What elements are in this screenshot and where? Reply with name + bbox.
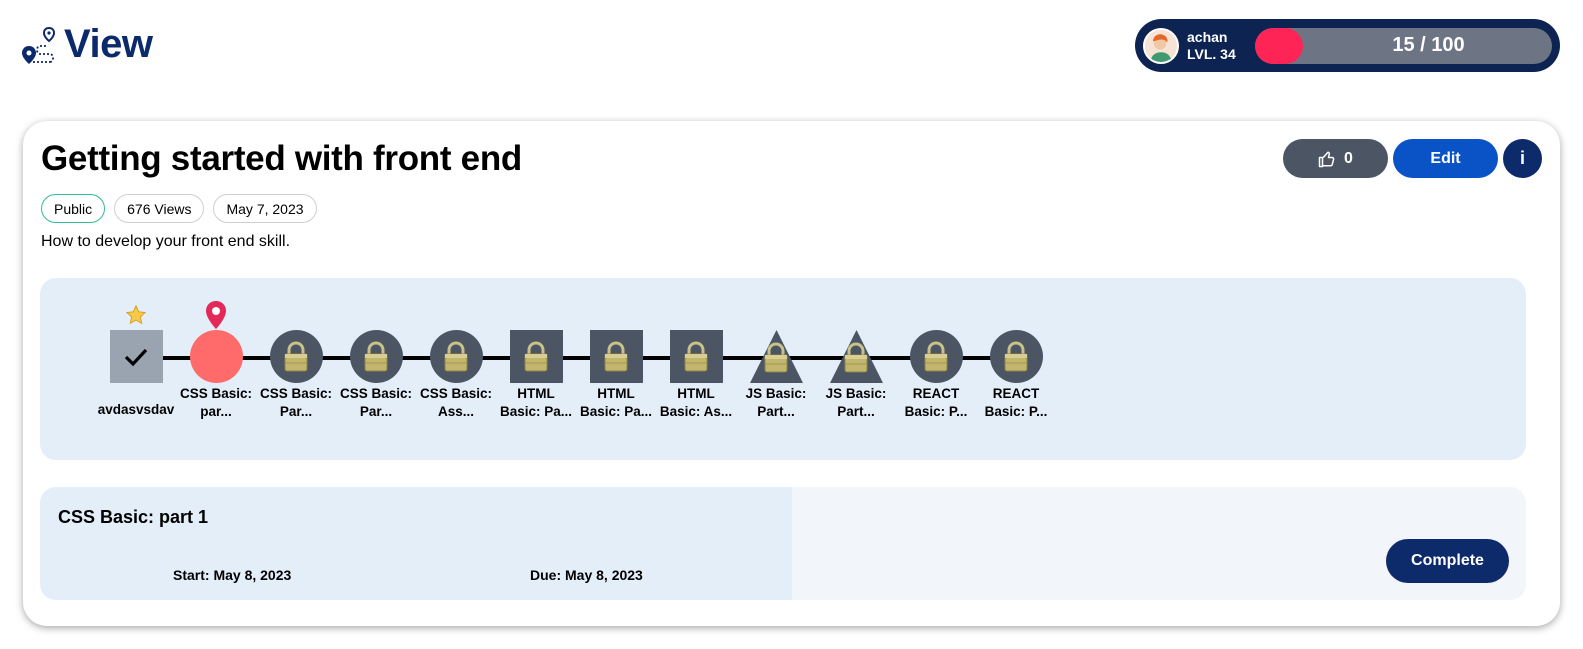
- lock-icon: [364, 341, 388, 371]
- xp-progress-text: 15 / 100: [1392, 34, 1465, 56]
- roadmap-node-marker[interactable]: [909, 330, 963, 383]
- roadmap-track-panel: avdasvsdav CSS Basic: par... CSS Basic: …: [40, 278, 1526, 460]
- roadmap-node[interactable]: HTML Basic: Pa...: [576, 330, 656, 421]
- star-badge: [125, 304, 147, 331]
- current-position-marker: [204, 300, 228, 335]
- roadmap-node-label: CSS Basic: Par...: [339, 386, 413, 419]
- lock-icon: [1004, 341, 1028, 371]
- roadmap-node-marker[interactable]: [509, 330, 563, 383]
- date-badge: May 7, 2023: [213, 194, 317, 223]
- roadmap-node[interactable]: CSS Basic: Par...: [336, 330, 416, 421]
- roadmap-node-label: HTML Basic: Pa...: [499, 386, 573, 419]
- lock-icon: [604, 341, 628, 371]
- roadmap-node-marker[interactable]: [829, 330, 883, 383]
- roadmap-node[interactable]: CSS Basic: Ass...: [416, 330, 496, 421]
- lock-icon: [444, 341, 468, 371]
- lock-icon: [284, 341, 308, 371]
- roadmap-node-label: JS Basic: Part...: [745, 386, 807, 419]
- roadmap-node[interactable]: JS Basic: Part...: [736, 330, 816, 421]
- lock-icon: [684, 341, 708, 371]
- roadmap-node-marker[interactable]: [269, 330, 323, 383]
- roadmap-node-label: REACT Basic: P...: [984, 386, 1048, 419]
- roadmap-card: Getting started with front end 0 Edit i …: [23, 121, 1560, 626]
- roadmap-description: How to develop your front end skill.: [41, 233, 291, 250]
- avatar-image: [1145, 29, 1177, 62]
- views-badge: 676 Views: [114, 194, 205, 223]
- username: achan: [1187, 28, 1228, 45]
- user-level: LVL. 34: [1187, 45, 1236, 62]
- location-pin-icon: [206, 301, 226, 329]
- roadmap-node[interactable]: REACT Basic: P...: [896, 330, 976, 421]
- task-title: CSS Basic: part 1: [58, 507, 209, 527]
- roadmap-node-marker[interactable]: [989, 330, 1043, 383]
- info-button[interactable]: i: [1503, 139, 1542, 178]
- avatar[interactable]: [1143, 27, 1179, 64]
- roadmap-node-marker[interactable]: [109, 304, 163, 383]
- logo-text: View: [64, 22, 153, 66]
- edit-button[interactable]: Edit: [1393, 139, 1498, 178]
- roadmap-node-label: CSS Basic: par...: [179, 386, 253, 419]
- lock-icon: [524, 341, 548, 371]
- roadmap-node-label: CSS Basic: Par...: [259, 386, 333, 419]
- roadmap-node-label: HTML Basic: Pa...: [579, 386, 653, 419]
- roadmap-node-marker[interactable]: [589, 330, 643, 383]
- thumbs-up-icon: [1318, 151, 1335, 167]
- roadmap-node-marker[interactable]: [429, 330, 483, 383]
- roadmap-node[interactable]: avdasvsdav: [96, 304, 176, 419]
- roadmap-node-label: REACT Basic: P...: [904, 386, 968, 419]
- xp-progress-bar: 15 / 100: [1255, 27, 1552, 64]
- roadmap-node-marker[interactable]: [349, 330, 403, 383]
- roadmap-node[interactable]: HTML Basic: As...: [656, 330, 736, 421]
- roadmap-node[interactable]: CSS Basic: Par...: [256, 330, 336, 421]
- lock-icon: [924, 341, 948, 371]
- page-title: Getting started with front end: [41, 139, 522, 178]
- roadmap-node-label: JS Basic: Part...: [825, 386, 887, 419]
- lock-icon: [844, 342, 868, 373]
- roadmap-node-label: CSS Basic: Ass...: [419, 386, 493, 419]
- lock-icon: [764, 342, 788, 373]
- roadmap-tags: Public 676 Views May 7, 2023: [41, 194, 317, 223]
- roadmap-node-marker[interactable]: [189, 301, 243, 383]
- task-start-date: Start: May 8, 2023: [173, 567, 292, 583]
- roadmap-node[interactable]: HTML Basic: Pa...: [496, 330, 576, 421]
- roadmap-node-marker[interactable]: [669, 330, 723, 383]
- star-icon: [125, 304, 147, 325]
- like-count: 0: [1344, 149, 1353, 167]
- map-route-icon: [22, 26, 56, 64]
- roadmap-node[interactable]: CSS Basic: par...: [176, 301, 256, 421]
- task-detail-panel: CSS Basic: part 1 Start: May 8, 2023 Due…: [40, 487, 1526, 600]
- app-logo[interactable]: View: [20, 22, 153, 67]
- roadmap-actions: 0 Edit i: [1283, 139, 1542, 178]
- roadmap-node-marker[interactable]: [749, 330, 803, 383]
- user-status-pill[interactable]: achan LVL. 34 15 / 100: [1135, 19, 1560, 72]
- like-button[interactable]: 0: [1283, 139, 1388, 178]
- complete-button[interactable]: Complete: [1386, 539, 1509, 583]
- roadmap-node[interactable]: REACT Basic: P...: [976, 330, 1056, 421]
- check-icon: [124, 348, 148, 366]
- roadmap-node-label: HTML Basic: As...: [659, 386, 733, 419]
- visibility-badge: Public: [41, 194, 106, 223]
- roadmap-node[interactable]: JS Basic: Part...: [816, 330, 896, 421]
- roadmap-node-label: avdasvsdav: [97, 402, 175, 417]
- task-detail-info: CSS Basic: part 1 Start: May 8, 2023 Due…: [40, 487, 792, 600]
- task-due-date: Due: May 8, 2023: [530, 567, 643, 583]
